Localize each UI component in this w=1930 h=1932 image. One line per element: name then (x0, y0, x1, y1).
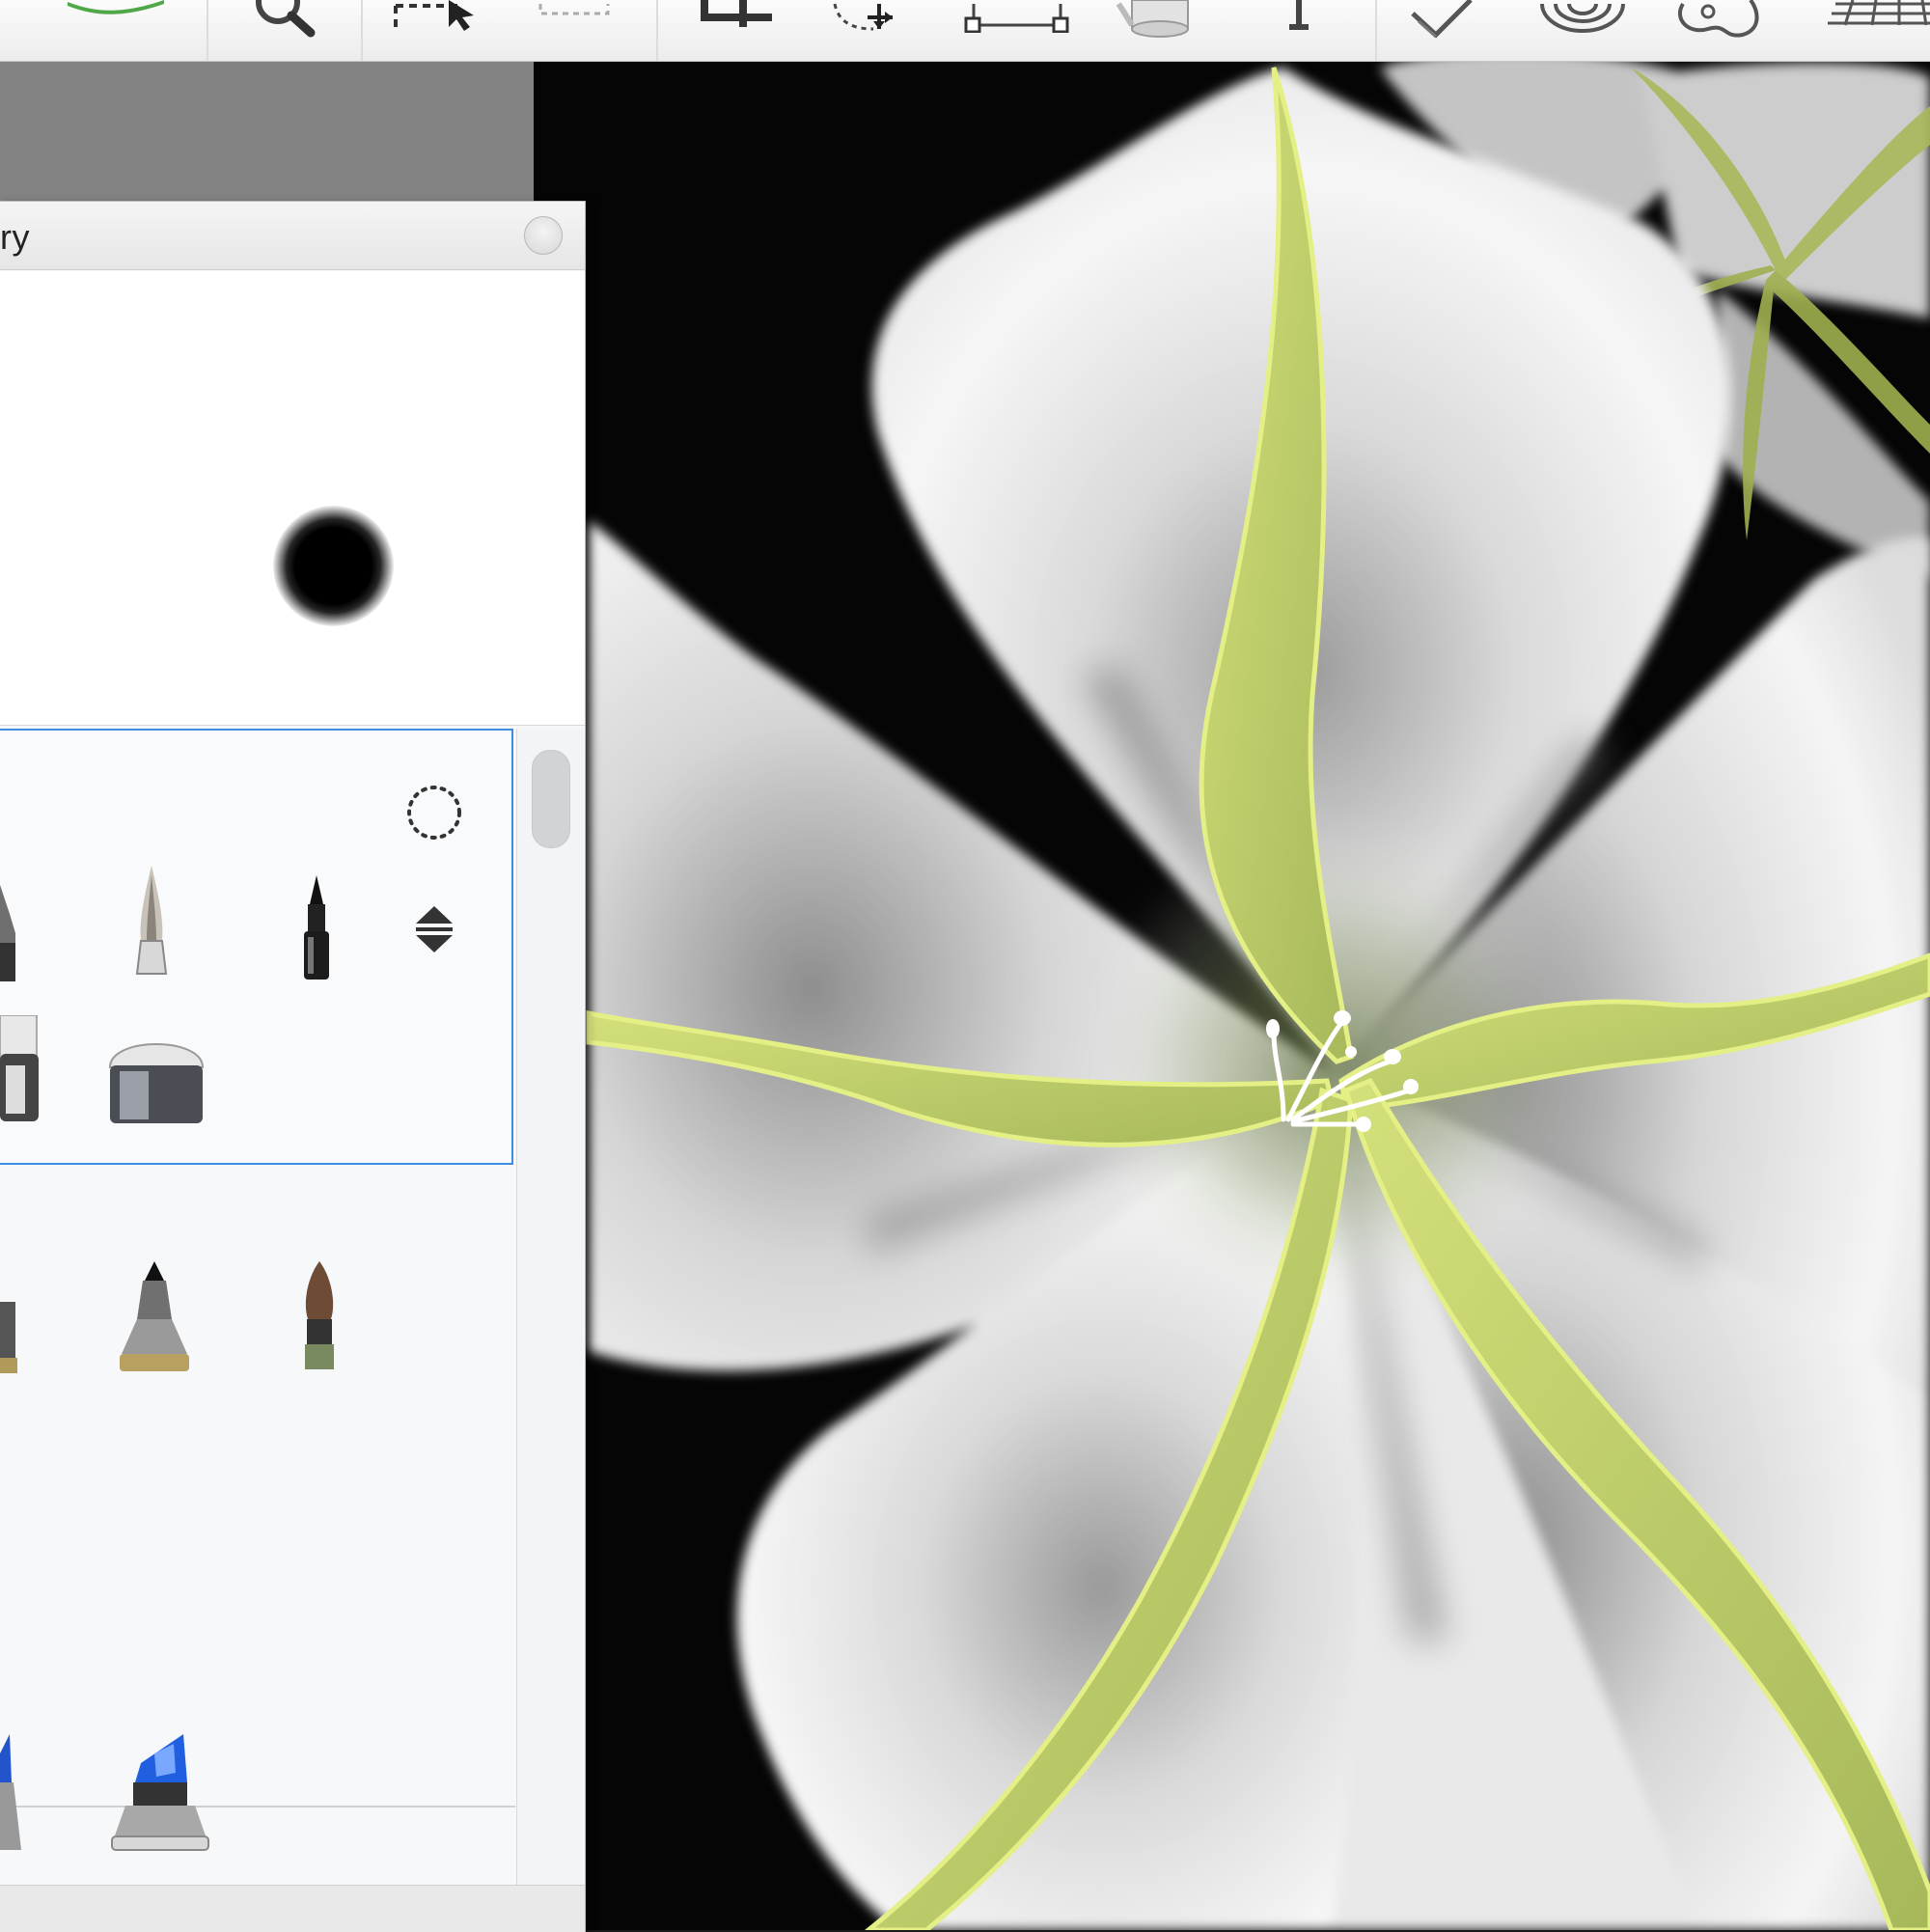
stroke-tool-button[interactable] (1399, 0, 1486, 56)
lasso-select-tool-button[interactable] (531, 0, 618, 56)
airbrush-icon[interactable] (0, 1292, 19, 1379)
french-curve-icon (1678, 0, 1759, 38)
marker-brush-icon[interactable] (0, 875, 19, 981)
select-arrow-icon (394, 0, 474, 31)
symmetry-tool-button[interactable] (1534, 0, 1631, 56)
zoom-tool-button[interactable] (241, 0, 328, 56)
scrollbar-thumb[interactable] (532, 750, 570, 848)
flower-artwork (586, 61, 1930, 1930)
zoom-icon (256, 0, 316, 38)
eraser-icon[interactable] (106, 1033, 207, 1129)
main-toolbar (0, 0, 1930, 62)
paint-brush-fine-icon[interactable] (127, 866, 176, 981)
text-tool-button[interactable] (1264, 0, 1332, 56)
distort-tool-button[interactable] (960, 0, 1076, 56)
marquee-icon (538, 4, 610, 15)
drawing-canvas[interactable] (534, 61, 1930, 1930)
brush-preview (0, 271, 585, 726)
panel-footer (0, 1885, 585, 1932)
select-tool-button[interactable] (391, 0, 497, 56)
brush-tool-icon (68, 0, 164, 14)
toolbar-divider (207, 0, 208, 61)
crop-tool-button[interactable] (695, 0, 782, 56)
french-curve-tool-button[interactable] (1669, 0, 1766, 56)
brush-tip-preview (273, 506, 394, 626)
brush-settings-icon[interactable] (405, 784, 463, 842)
wide-marker-icon[interactable] (0, 1015, 41, 1123)
panel-header[interactable]: ry (0, 202, 585, 270)
toolbar-divider (656, 0, 658, 61)
toolbar-divider (1375, 0, 1377, 61)
brush-library-panel: ry (0, 201, 586, 1932)
chisel-marker-icon[interactable] (0, 1734, 25, 1860)
pencil-brush-icon[interactable] (114, 1261, 195, 1377)
distort-icon (964, 4, 1069, 33)
panel-close-button[interactable] (524, 216, 563, 255)
toolbar-divider (361, 0, 363, 61)
perspective-grid-tool-button[interactable] (1824, 0, 1930, 56)
cylinder-icon (1116, 0, 1189, 38)
round-brush-icon[interactable] (295, 1261, 344, 1377)
brush-tool-button[interactable] (58, 0, 174, 56)
crop-icon (701, 0, 772, 27)
panel-title: ry (0, 217, 30, 257)
text-icon (1289, 0, 1309, 30)
brush-set-1[interactable] (0, 729, 513, 1165)
tag-check-icon (1411, 0, 1473, 39)
perspective-grid-icon (1828, 0, 1930, 26)
brush-list[interactable] (0, 729, 515, 1887)
blue-marker-icon[interactable] (106, 1734, 212, 1860)
brush-set-3[interactable] (0, 1808, 513, 1887)
expand-collapse-icon[interactable] (410, 902, 458, 956)
brush-set-2[interactable] (0, 1165, 513, 1601)
ruler-tool-button[interactable] (1105, 0, 1201, 56)
radial-symmetry-icon (1540, 3, 1625, 33)
transform-icon (833, 3, 893, 31)
technical-pen-icon[interactable] (294, 875, 339, 981)
transform-tool-button[interactable] (825, 0, 922, 56)
brush-list-scrollbar[interactable] (516, 729, 583, 1887)
